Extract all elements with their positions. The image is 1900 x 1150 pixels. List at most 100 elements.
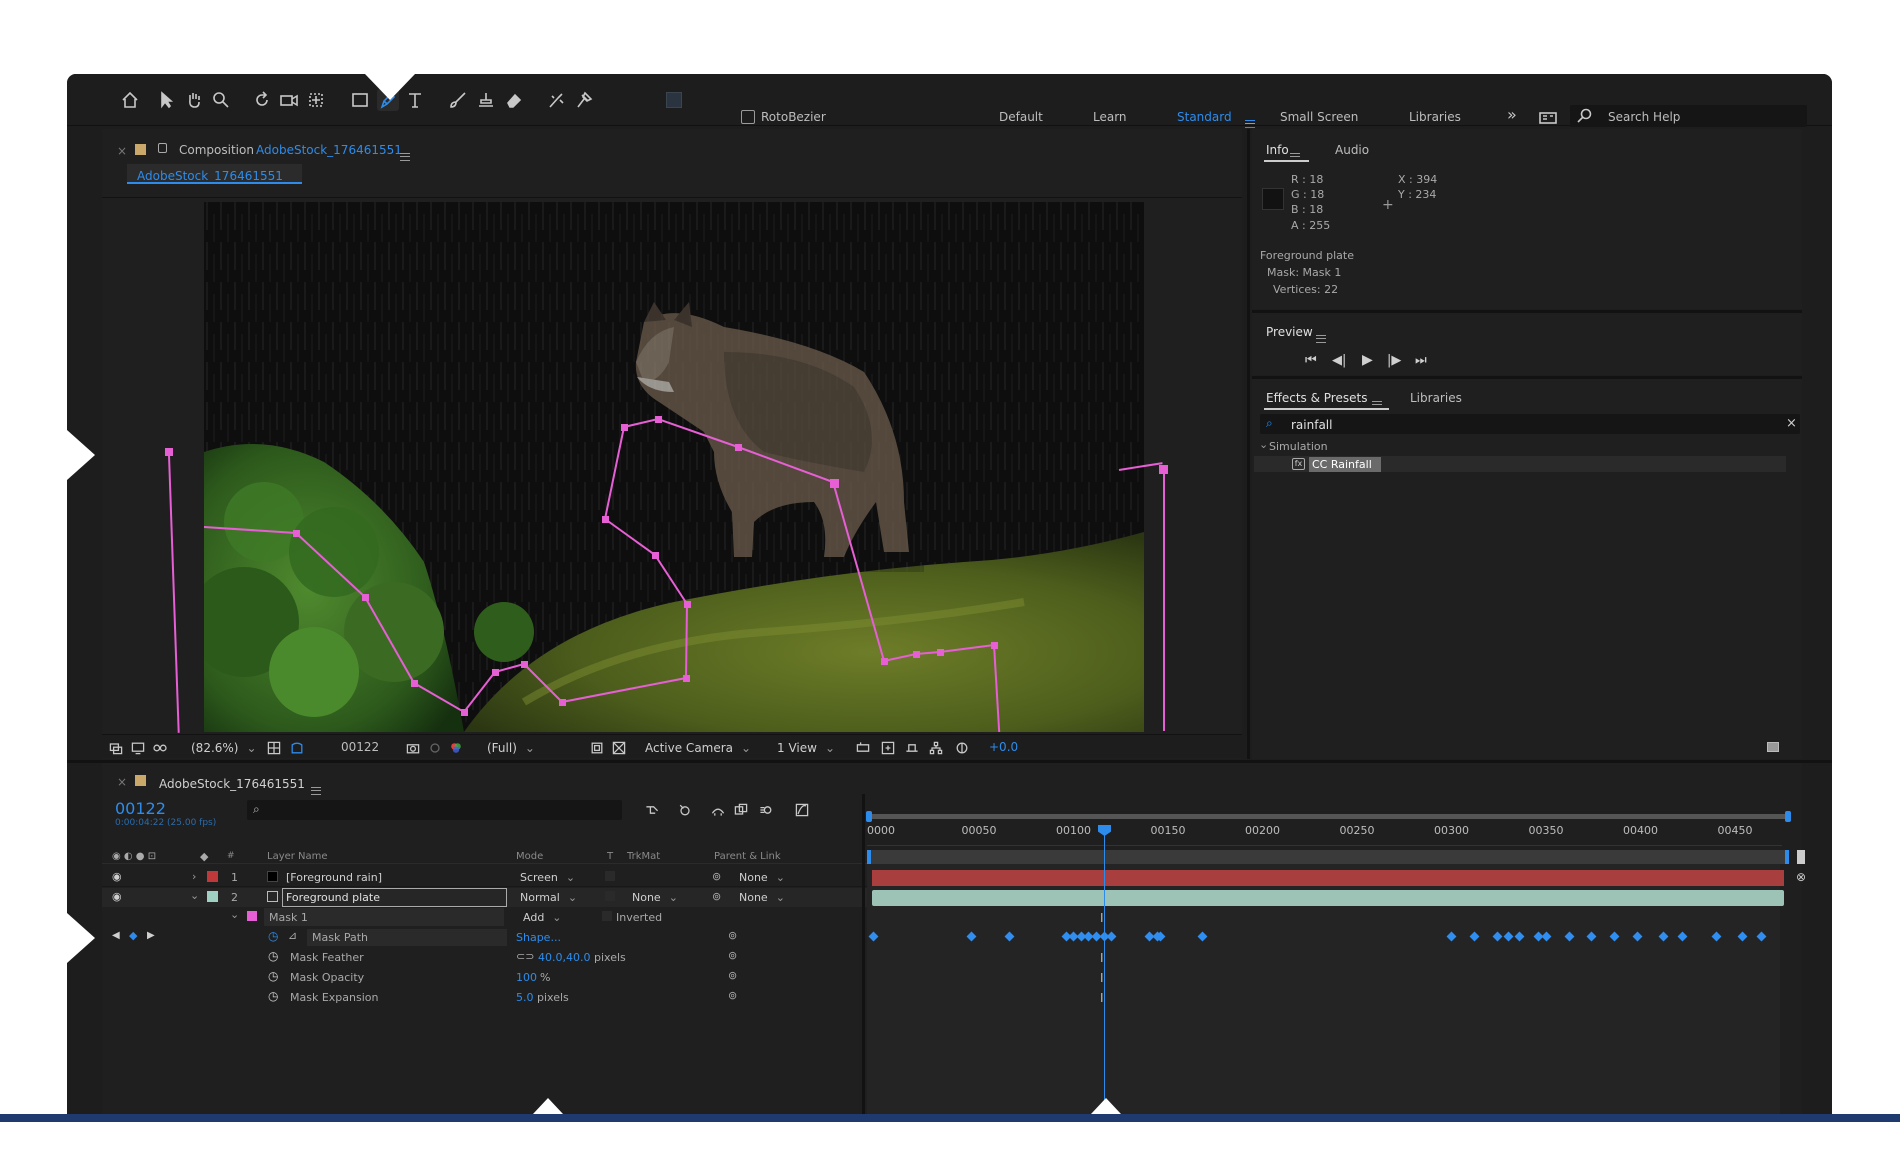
workspace-small-screen[interactable]: Small Screen bbox=[1280, 111, 1358, 123]
graph-icon[interactable]: ⊿ bbox=[288, 930, 297, 941]
work-area-bar[interactable] bbox=[869, 814, 1789, 819]
play-icon[interactable]: ▶ bbox=[1362, 353, 1373, 367]
workspace-libraries[interactable]: Libraries bbox=[1409, 111, 1461, 123]
mask-row[interactable] bbox=[102, 908, 927, 927]
keyframe-diamond[interactable] bbox=[868, 931, 879, 942]
frame-blending-icon[interactable] bbox=[730, 799, 752, 821]
keyframe-diamond[interactable] bbox=[1586, 931, 1597, 942]
eraser-tool-icon[interactable] bbox=[503, 89, 525, 111]
keyframe-diamond[interactable] bbox=[1756, 931, 1767, 942]
camera-dropdown[interactable]: Active Camera bbox=[645, 741, 751, 755]
toggle-pixel-aspect-icon[interactable] bbox=[852, 737, 874, 759]
rectangle-tool-icon[interactable] bbox=[349, 89, 371, 111]
view-layout-dropdown[interactable]: 1 View bbox=[777, 741, 835, 755]
previous-frame-icon[interactable]: ◀| bbox=[1332, 354, 1346, 367]
layer-1-mode[interactable]: Screen bbox=[520, 871, 575, 884]
keyframe-diamond[interactable] bbox=[1469, 931, 1480, 942]
viewer-canvas[interactable] bbox=[204, 202, 1144, 732]
layer-1-trkmat-checkbox[interactable] bbox=[605, 871, 615, 881]
more-workspaces-icon[interactable]: » bbox=[1507, 107, 1517, 123]
rotobezier-checkbox[interactable] bbox=[741, 110, 755, 124]
tab-effects-presets[interactable]: Effects & Presets bbox=[1266, 392, 1367, 404]
category-chevron-icon[interactable]: ⌄ bbox=[1259, 439, 1268, 450]
comp-end-marker-icon[interactable] bbox=[1797, 850, 1805, 864]
range-start-handle[interactable] bbox=[867, 850, 871, 864]
first-frame-icon[interactable]: ⏮ bbox=[1305, 354, 1317, 367]
expression-pickwhip-icon[interactable]: ⊚ bbox=[728, 930, 737, 941]
layer-1-bar[interactable] bbox=[872, 870, 1784, 886]
visibility-eye-icon[interactable]: ◉ bbox=[112, 891, 122, 902]
always-preview-icon[interactable] bbox=[105, 737, 127, 759]
next-frame-icon[interactable]: |▶ bbox=[1387, 354, 1401, 367]
expression-pickwhip-icon[interactable]: ⊚ bbox=[728, 990, 737, 1001]
layer-row-2[interactable] bbox=[102, 888, 927, 907]
type-tool-icon[interactable] bbox=[404, 89, 426, 111]
channel-icon[interactable] bbox=[445, 737, 467, 759]
timeline-icon[interactable] bbox=[901, 737, 923, 759]
stopwatch-icon[interactable]: ◷ bbox=[268, 930, 278, 942]
workspace-learn[interactable]: Learn bbox=[1093, 111, 1127, 123]
layer-1-parent[interactable]: None bbox=[739, 871, 785, 884]
comp-mini-flowchart-icon[interactable] bbox=[641, 799, 663, 821]
keyframe-add-icon[interactable]: ◆ bbox=[129, 930, 137, 941]
keyframe-prev-icon[interactable]: ◀ bbox=[112, 931, 120, 941]
keyframe-diamond[interactable] bbox=[1197, 931, 1208, 942]
visibility-eye-icon[interactable]: ◉ bbox=[112, 871, 122, 882]
last-frame-icon[interactable]: ⏭ bbox=[1415, 354, 1427, 367]
layer-row-1[interactable] bbox=[102, 868, 927, 887]
keyframe-diamond[interactable] bbox=[1711, 931, 1722, 942]
expression-pickwhip-icon[interactable]: ⊚ bbox=[728, 970, 737, 981]
mask-expansion-value[interactable]: 5.0 bbox=[516, 992, 534, 1003]
pickwhip-icon[interactable]: ⊚ bbox=[712, 871, 721, 882]
mask-feather-value[interactable]: 40.0,40.0 bbox=[538, 952, 590, 963]
range-bar[interactable] bbox=[867, 850, 1789, 864]
keyframe-diamond[interactable] bbox=[1677, 931, 1688, 942]
rotate-tool-icon[interactable] bbox=[251, 89, 273, 111]
resolution-dropdown[interactable]: (Full) bbox=[487, 741, 577, 755]
mask-mode[interactable]: Add bbox=[523, 911, 562, 924]
timeline-tab-label[interactable]: AdobeStock_176461551 bbox=[159, 778, 305, 790]
panel-toggle-icon[interactable] bbox=[1537, 107, 1559, 129]
hand-tool-icon[interactable] bbox=[183, 89, 205, 111]
zoom-dropdown[interactable]: (82.6%) bbox=[191, 741, 257, 755]
close-timeline-icon[interactable]: × bbox=[117, 776, 127, 788]
workspace-default[interactable]: Default bbox=[999, 111, 1043, 123]
keyframe-diamond[interactable] bbox=[1541, 931, 1552, 942]
keyframe-diamond[interactable] bbox=[1004, 931, 1015, 942]
expand-chevron-icon[interactable]: › bbox=[192, 871, 196, 882]
keyframe-diamond[interactable] bbox=[1492, 931, 1503, 942]
preview-menu-icon[interactable] bbox=[1316, 328, 1326, 347]
home-icon[interactable] bbox=[119, 89, 141, 111]
shy-layers-icon[interactable] bbox=[707, 799, 729, 821]
effects-menu-icon[interactable] bbox=[1372, 394, 1382, 413]
layer-1-end-marker-icon[interactable]: ⊗ bbox=[1796, 871, 1806, 883]
keyframe-diamond[interactable] bbox=[1503, 931, 1514, 942]
comp-header-name[interactable]: AdobeStock_176461551 bbox=[256, 144, 402, 156]
zoom-tool-icon[interactable] bbox=[210, 89, 232, 111]
keyframe-diamond[interactable] bbox=[1609, 931, 1620, 942]
tab-libraries[interactable]: Libraries bbox=[1410, 392, 1462, 404]
mask-opacity-value[interactable]: 100 bbox=[516, 972, 537, 983]
keyframe-diamond[interactable] bbox=[1737, 931, 1748, 942]
expression-pickwhip-icon[interactable]: ⊚ bbox=[728, 950, 737, 961]
mask-color-swatch[interactable] bbox=[247, 911, 257, 921]
stopwatch-icon[interactable]: ◷ bbox=[268, 990, 278, 1002]
layer-2-trkmat-checkbox[interactable] bbox=[605, 891, 615, 901]
timeline-search-field[interactable] bbox=[247, 800, 622, 820]
layer-1-name[interactable]: [Foreground rain] bbox=[286, 872, 382, 883]
show-snapshot-icon[interactable] bbox=[424, 737, 446, 759]
layer-2-parent[interactable]: None bbox=[739, 891, 785, 904]
exposure-value[interactable]: +0.0 bbox=[989, 741, 1018, 753]
pickwhip-icon[interactable]: ⊚ bbox=[712, 891, 721, 902]
monitor-icon[interactable] bbox=[127, 737, 149, 759]
clear-search-icon[interactable]: × bbox=[1786, 417, 1797, 430]
keyframe-diamond[interactable] bbox=[1106, 931, 1117, 942]
mask-path-value[interactable]: Shape... bbox=[516, 932, 561, 943]
tab-info[interactable]: Info bbox=[1266, 144, 1289, 156]
clone-stamp-tool-icon[interactable] bbox=[475, 89, 497, 111]
layer-2-trkmat[interactable]: None bbox=[632, 891, 678, 904]
work-area-end[interactable] bbox=[1785, 811, 1791, 822]
search-help-box[interactable] bbox=[1570, 105, 1807, 127]
keyframe-diamond[interactable] bbox=[1658, 931, 1669, 942]
brush-tool-icon[interactable] bbox=[447, 89, 469, 111]
